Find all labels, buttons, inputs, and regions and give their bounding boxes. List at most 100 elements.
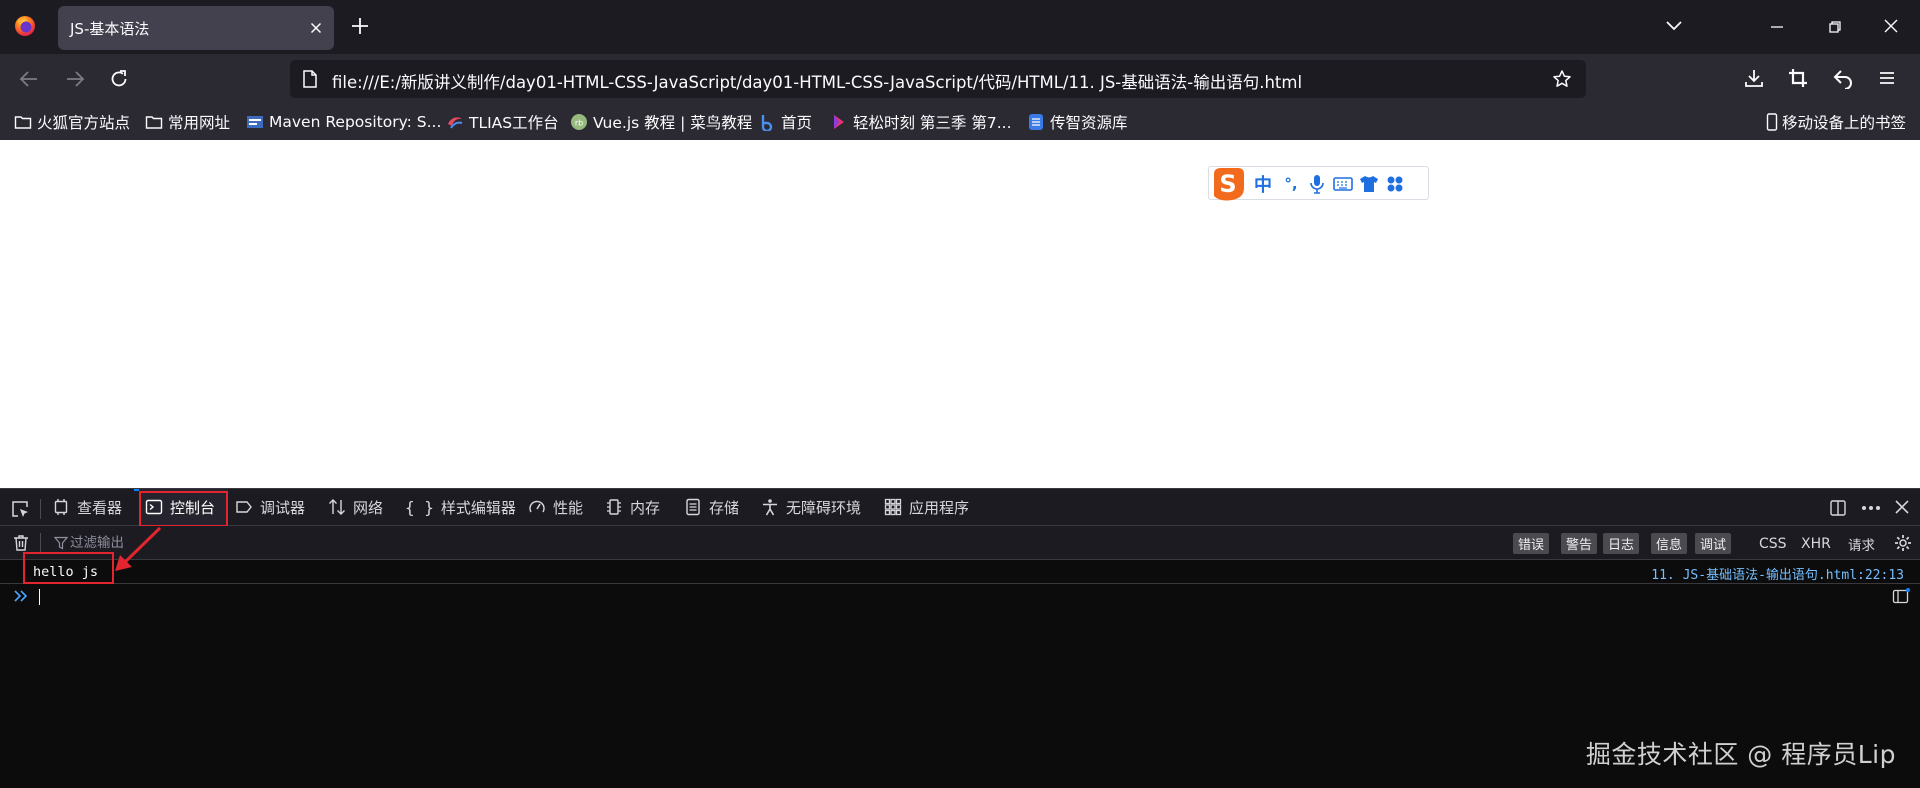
toolbox-grid-icon[interactable] — [1383, 172, 1407, 196]
level-debug-button[interactable]: 调试 — [1695, 533, 1732, 554]
editor-mode-toggle-icon[interactable] — [1892, 588, 1910, 604]
bookmark-label: 火狐官方站点 — [37, 114, 131, 132]
tab-label: 应用程序 — [909, 498, 970, 517]
tab-storage[interactable]: 存储 — [684, 489, 739, 525]
folder-icon — [14, 116, 32, 129]
bookmark-item[interactable]: rb Vue.js 教程 | 菜鸟教程 — [570, 104, 752, 140]
bookmark-item[interactable]: 火狐官方站点 — [14, 104, 130, 140]
sogou-logo-icon[interactable]: S — [1208, 164, 1248, 204]
level-warning-button[interactable]: 警告 — [1561, 533, 1598, 554]
level-info-button[interactable]: 信息 — [1651, 533, 1688, 554]
tab-application[interactable]: 应用程序 — [884, 489, 969, 525]
active-tab[interactable]: JS-基本语法 — [58, 6, 334, 50]
microphone-icon[interactable] — [1305, 172, 1329, 196]
toolbar-divider — [40, 499, 41, 519]
tab-network[interactable]: 网络 — [328, 489, 383, 525]
skin-shirt-icon[interactable] — [1357, 172, 1381, 196]
bookmark-star-icon[interactable] — [1552, 69, 1572, 89]
url-bar[interactable]: file:///E:/新版讲义制作/day01-HTML-CSS-JavaScr… — [290, 60, 1586, 98]
firefox-logo-icon[interactable] — [14, 15, 36, 37]
page-content: S 中 °, — [0, 140, 1920, 488]
tab-performance[interactable]: 性能 — [528, 489, 583, 525]
inspector-icon — [54, 499, 68, 515]
tab-label: 网络 — [353, 498, 384, 517]
bookmark-item[interactable]: Maven Repository: S... — [246, 104, 441, 140]
tab-label: 调试器 — [260, 498, 306, 517]
console-input[interactable] — [0, 584, 1920, 608]
navigation-toolbar: file:///E:/新版讲义制作/day01-HTML-CSS-JavaScr… — [0, 54, 1920, 104]
chevron-down-icon[interactable] — [1664, 18, 1684, 34]
ime-punct-toggle[interactable]: °, — [1279, 172, 1303, 196]
tlias-icon — [448, 117, 463, 129]
tab-label: 查看器 — [77, 498, 123, 517]
download-icon[interactable] — [1743, 67, 1765, 89]
tab-debugger[interactable]: 调试器 — [235, 489, 305, 525]
bookmark-label: Vue.js 教程 | 菜鸟教程 — [593, 114, 753, 132]
tab-memory[interactable]: 内存 — [605, 489, 660, 525]
hamburger-menu-icon[interactable] — [1877, 68, 1897, 88]
tab-label: 性能 — [553, 498, 584, 517]
close-devtools-icon[interactable] — [1894, 499, 1910, 515]
filter-funnel-icon — [54, 536, 68, 550]
watermark: 掘金技术社区 @ 程序员Lip — [1585, 740, 1896, 769]
undo-icon[interactable] — [1832, 67, 1854, 89]
tab-accessibility[interactable]: 无障碍环境 — [761, 489, 861, 525]
network-icon — [329, 499, 345, 515]
bookmark-item[interactable]: 首页 — [758, 104, 812, 140]
trash-icon[interactable] — [12, 534, 30, 552]
url-text[interactable]: file:///E:/新版讲义制作/day01-HTML-CSS-JavaScr… — [332, 69, 1302, 93]
more-options-icon[interactable] — [1860, 499, 1882, 517]
filter-css-button[interactable]: CSS — [1759, 533, 1787, 554]
back-arrow-icon[interactable] — [18, 69, 40, 89]
keyboard-icon[interactable] — [1331, 172, 1355, 196]
console-log-row[interactable]: hello js 11. JS-基础语法-输出语句.html:22:13 — [0, 552, 1920, 584]
bookmark-label: 传智资源库 — [1050, 114, 1128, 132]
database-icon — [1029, 114, 1043, 130]
storage-icon — [686, 498, 700, 516]
log-source-link[interactable]: 11. JS-基础语法-输出语句.html:22:13 — [1651, 564, 1904, 583]
folder-icon — [145, 116, 163, 129]
dock-side-icon[interactable] — [1829, 499, 1847, 517]
minimize-icon[interactable] — [1768, 18, 1786, 36]
style-editor-icon: { } — [405, 498, 434, 517]
tab-style-editor[interactable]: { } 样式编辑器 — [405, 489, 516, 525]
bookmark-item[interactable]: 传智资源库 — [1027, 104, 1128, 140]
page-icon — [302, 70, 318, 88]
bookmark-item[interactable]: 轻松时刻 第三季 第7... — [830, 104, 1012, 140]
ime-toolbar[interactable]: S 中 °, — [1208, 166, 1429, 201]
level-error-button[interactable]: 错误 — [1513, 533, 1550, 554]
window-close-icon[interactable] — [1882, 17, 1900, 35]
bookmarks-toolbar: 火狐官方站点 常用网址 Maven Repository: S... TLIAS… — [0, 104, 1920, 140]
tab-label: 存储 — [709, 498, 740, 517]
bookmark-label: 首页 — [781, 114, 813, 132]
accessibility-icon — [763, 499, 777, 516]
gear-icon[interactable] — [1894, 534, 1912, 552]
tab-console[interactable]: 控制台 — [139, 489, 228, 525]
tab-label: 内存 — [630, 498, 661, 517]
filter-requests-button[interactable]: 请求 — [1848, 533, 1875, 554]
tab-label: 样式编辑器 — [440, 498, 516, 517]
bookmark-item[interactable]: 常用网址 — [145, 104, 230, 140]
mobile-bookmarks[interactable]: 移动设备上的书签 — [1766, 104, 1906, 140]
new-tab-icon[interactable] — [350, 16, 370, 36]
bookmark-item[interactable]: TLIAS工作台 — [446, 104, 559, 140]
tab-label: 控制台 — [170, 498, 216, 517]
bookmark-label: 轻松时刻 第三季 第7... — [853, 114, 1012, 132]
tab-inspector[interactable]: 查看器 — [52, 489, 122, 525]
ime-lang-toggle[interactable]: 中 — [1251, 172, 1275, 196]
filter-xhr-button[interactable]: XHR — [1801, 533, 1831, 554]
performance-icon — [529, 500, 545, 513]
level-log-button[interactable]: 日志 — [1603, 533, 1640, 554]
forward-arrow-icon[interactable] — [64, 69, 86, 89]
screenshot-crop-icon[interactable] — [1787, 67, 1809, 89]
double-chevron-right-icon — [13, 589, 29, 603]
close-tab-icon[interactable] — [308, 20, 324, 36]
memory-icon — [607, 499, 621, 515]
tab-strip: JS-基本语法 — [0, 0, 1920, 54]
element-picker-icon[interactable] — [10, 499, 30, 519]
debugger-icon — [236, 501, 252, 513]
log-message: hello js — [33, 564, 99, 580]
reload-icon[interactable] — [108, 68, 130, 90]
baidu-icon — [761, 115, 773, 131]
restore-icon[interactable] — [1826, 18, 1844, 36]
